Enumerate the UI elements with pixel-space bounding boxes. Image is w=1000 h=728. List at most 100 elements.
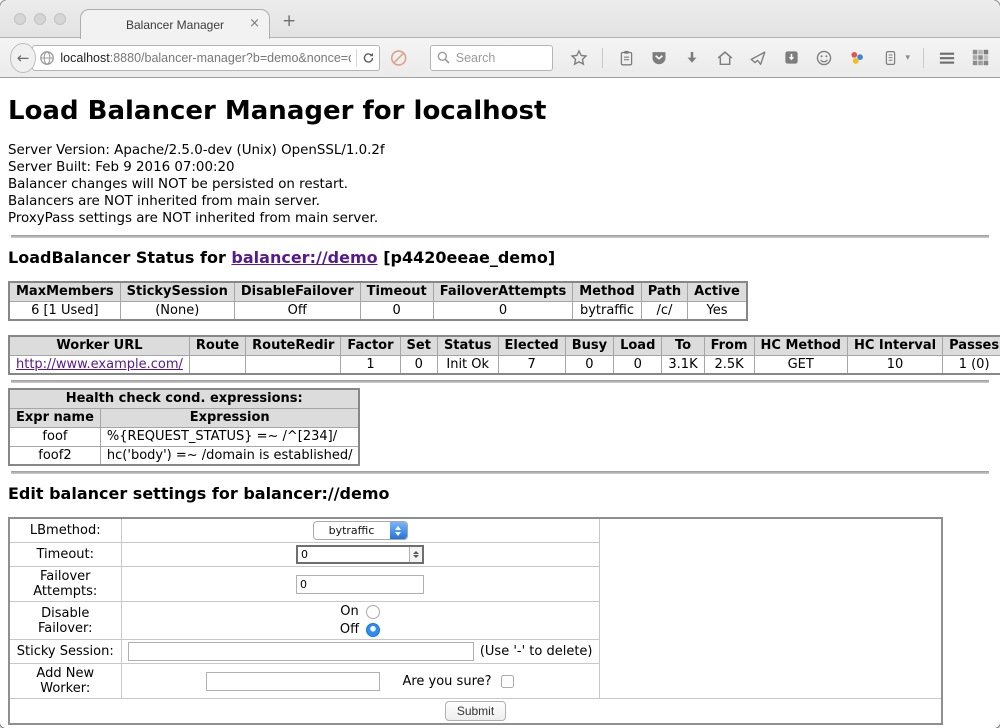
number-spinner-icon[interactable] [409,547,422,562]
table-cell: foof [9,427,100,446]
form-row: Submit [9,699,942,725]
table-cell: (None) [120,301,234,320]
back-button[interactable]: ← [10,43,36,73]
emoji-icon[interactable] [814,48,834,68]
reading-list-icon[interactable] [616,48,636,68]
confirm-checkbox[interactable] [501,675,514,688]
worker-url-link[interactable]: http://www.example.com/ [16,357,183,372]
table-cell: 0 [360,301,433,320]
table-cell: 0 [400,355,437,374]
column-header: Path [641,282,687,301]
radio-on[interactable] [366,605,380,619]
table-cell: bytraffic [573,301,641,320]
table-header-row: Health check cond. expressions: [9,389,359,408]
table-cell: 2.5K [704,355,754,374]
timeout-cell [121,543,599,567]
sticky-session-input[interactable] [128,642,474,661]
table-cell: GET [754,355,847,374]
close-window-button[interactable] [14,13,26,25]
table-cell: Init Ok [437,355,498,374]
browser-window: Balancer Manager × + ← localhost:8880/ba… [0,0,1000,728]
toolbar-icons: ▾ [569,48,990,68]
edit-settings-heading: Edit balancer settings for balancer://de… [8,484,992,503]
column-header: Method [573,282,641,301]
search-input[interactable]: Search [430,45,554,71]
window-controls [14,13,66,25]
table-cell [246,355,341,374]
radio-off-label: Off [340,622,359,637]
tab-close-icon[interactable]: × [249,16,260,31]
extension-palette-icon[interactable] [847,48,867,68]
table-row: foof %{REQUEST_STATUS} =~ /^[234]/ [9,427,359,446]
lbmethod-select[interactable]: bytraffic [313,521,408,540]
table-row: foof2 hc('body') =~ /domain is establish… [9,446,359,465]
tab-balancer-manager[interactable]: Balancer Manager × [80,9,270,39]
table-cell: 7 [498,355,565,374]
home-icon[interactable] [715,48,735,68]
status-heading: LoadBalancer Status for balancer://demo … [8,248,992,267]
balancer-demo-link[interactable]: balancer://demo [231,248,377,267]
lbmethod-label: LBmethod: [9,518,121,543]
radio-off[interactable] [366,623,380,637]
balancer-status-table: MaxMembers StickySession DisableFailover… [8,281,748,321]
divider [11,380,989,383]
form-row: LBmethod: bytraffic [9,518,942,543]
search-icon [437,51,450,64]
column-header: Timeout [360,282,433,301]
balancer-settings-form: LBmethod: bytraffic Timeout: [8,517,943,725]
column-header: HC Method [754,336,847,355]
reload-icon[interactable] [362,50,375,66]
health-check-table: Health check cond. expressions: Expr nam… [8,388,360,466]
add-worker-input[interactable] [206,672,380,691]
new-tab-button[interactable]: + [282,11,296,31]
save-to-device-icon[interactable] [781,48,801,68]
reader-panel-icon[interactable] [880,48,900,68]
inherit-notice: Balancers are NOT inherited from main se… [8,193,992,210]
table-cell: 10 [847,355,942,374]
zoom-window-button[interactable] [54,13,66,25]
pocket-icon[interactable] [649,48,669,68]
menu-hamburger-icon[interactable] [937,48,957,68]
tracking-blocked-icon[interactable] [390,48,407,68]
url-bar[interactable]: localhost:8880/balancer-manager?b=demo&n… [32,45,380,71]
back-arrow-icon: ← [17,49,30,67]
column-header: FailoverAttempts [433,282,573,301]
navigation-toolbar: ← localhost:8880/balancer-manager?b=demo… [0,38,1000,78]
column-header: Set [400,336,437,355]
health-table-title: Health check cond. expressions: [9,389,359,408]
column-header: Busy [565,336,613,355]
table-cell: 1 (0) [943,355,1000,374]
column-header: Expr name [9,408,100,427]
sticky-session-hint: (Use '-' to delete) [480,644,593,659]
divider [11,235,989,238]
column-header: DisableFailover [234,282,360,301]
add-worker-label: Add New Worker: [9,664,121,699]
send-tab-icon[interactable] [748,48,768,68]
table-header-row: Worker URL Route RouteRedir Factor Set S… [9,336,1000,355]
add-worker-cell: Are you sure? [121,664,599,699]
lbmethod-cell: bytraffic [121,518,599,543]
search-placeholder: Search [456,51,496,65]
submit-button[interactable]: Submit [445,701,506,721]
globe-icon [39,50,55,66]
column-header: Status [437,336,498,355]
chevron-down-icon[interactable]: ▾ [905,53,910,63]
tab-title: Balancer Manager [126,18,224,32]
url-text: localhost:8880/balancer-manager?b=demo&n… [60,51,351,65]
minimize-window-button[interactable] [34,13,46,25]
timeout-input[interactable] [298,547,409,562]
column-header: Expression [100,408,359,427]
table-header-row: Expr name Expression [9,408,359,427]
table-cell: 0 [433,301,573,320]
column-header: From [704,336,754,355]
downloads-icon[interactable] [682,48,702,68]
bookmark-star-icon[interactable] [569,48,589,68]
failover-attempts-cell [121,567,599,602]
table-cell: hc('body') =~ /domain is established/ [100,446,359,465]
failover-attempts-input[interactable] [296,575,424,594]
column-header: MaxMembers [9,282,120,301]
submit-cell: Submit [9,699,942,725]
column-header: Active [688,282,747,301]
form-spacer [599,518,942,699]
tile-grid-icon[interactable] [970,48,990,68]
